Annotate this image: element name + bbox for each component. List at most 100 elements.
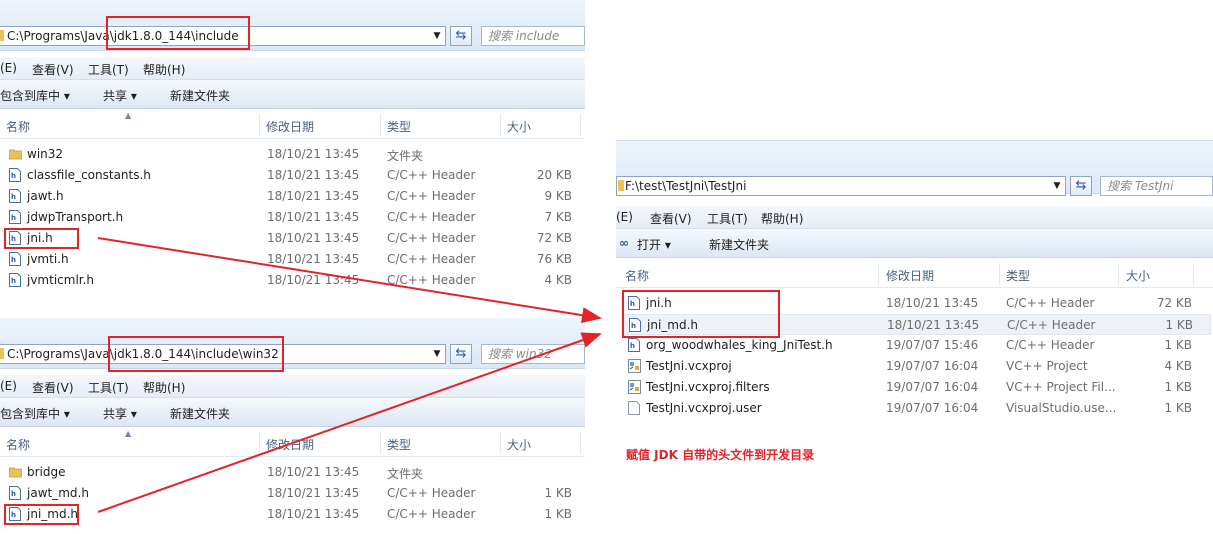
column-header: 名称 修改日期 类型 大小 — [616, 261, 1213, 288]
column-type[interactable]: 类型 — [1006, 267, 1030, 284]
open-button[interactable]: 打开 ▾ — [637, 236, 671, 253]
chevron-down-icon[interactable]: ▼ — [431, 27, 443, 45]
file-type: 文件夹 — [387, 149, 424, 163]
file-type: C/C++ Header — [387, 273, 476, 287]
search-input[interactable]: 搜索 win32 — [481, 344, 585, 364]
new-folder-button[interactable]: 新建文件夹 — [709, 236, 769, 253]
refresh-button[interactable]: ⇆ — [450, 344, 472, 364]
column-date[interactable]: 修改日期 — [886, 267, 934, 284]
menu-edit[interactable]: (E) — [0, 61, 17, 75]
refresh-button[interactable]: ⇆ — [450, 26, 472, 46]
file-size: 1 KB — [1164, 401, 1192, 415]
folder-icon — [9, 147, 22, 162]
menu-tools[interactable]: 工具(T) — [88, 379, 129, 396]
file-type: C/C++ Header — [387, 507, 476, 521]
highlight-box-win32-path — [108, 336, 284, 372]
explorer-window-testjni: F:\test\TestJni\TestJni ▼ ⇆ 搜索 TestJni (… — [616, 140, 1213, 431]
svg-text:h: h — [11, 256, 16, 264]
command-toolbar: 包含到库中 ▾ 共享 ▾ 新建文件夹 — [0, 80, 585, 109]
share-button[interactable]: 共享 ▾ — [103, 405, 137, 422]
include-in-library-button[interactable]: 包含到库中 ▾ — [0, 405, 70, 422]
new-folder-button[interactable]: 新建文件夹 — [170, 87, 230, 104]
file-size: 72 KB — [1156, 296, 1192, 310]
file-row[interactable]: TestJni.vcxproj.user 19/07/07 16:04 Visual… — [616, 398, 1213, 419]
file-date: 18/10/21 13:45 — [267, 231, 360, 245]
file-row[interactable]: h org_woodwhales_king_JniTest.h 19/07/07 1… — [616, 335, 1213, 356]
sort-up-icon: ▲ — [125, 111, 132, 120]
file-size: 1 KB — [544, 507, 572, 521]
file-row[interactable]: h jni.h 18/10/21 13:45 C/C++ Header 72 KB — [0, 228, 585, 249]
file-name: bridge — [27, 465, 66, 479]
column-name[interactable]: 名称 — [6, 118, 30, 135]
file-date: 18/10/21 13:45 — [267, 252, 360, 266]
menu-bar: (E) 查看(V) 工具(T) 帮助(H) — [616, 206, 1213, 229]
address-field[interactable]: F:\test\TestJni\TestJni ▼ — [616, 176, 1066, 196]
menu-help[interactable]: 帮助(H) — [143, 61, 185, 78]
file-row[interactable]: TestJni.vcxproj 19/07/07 16:04 VC++ Projec… — [616, 356, 1213, 377]
file-row[interactable]: h jawt_md.h 18/10/21 13:45 C/C++ Header 1 KB — [0, 483, 585, 504]
file-date: 18/10/21 13:45 — [267, 273, 360, 287]
column-type[interactable]: 类型 — [387, 436, 411, 453]
folder-path-icon — [0, 348, 4, 359]
svg-text:h: h — [11, 277, 16, 285]
header-file-icon: h — [9, 210, 22, 225]
file-name: TestJni.vcxproj.filters — [646, 380, 770, 394]
file-row[interactable]: h jvmticmlr.h 18/10/21 13:45 C/C++ Header 4 … — [0, 270, 585, 291]
svg-text:h: h — [11, 193, 16, 201]
address-bar-area: C:\Programs\Java\jdk1.8.0_144\include ▼ … — [0, 0, 585, 51]
file-row[interactable]: h jawt.h 18/10/21 13:45 C/C++ Header 9 KB — [0, 186, 585, 207]
column-date[interactable]: 修改日期 — [266, 118, 314, 135]
file-row[interactable]: h jvmti.h 18/10/21 13:45 C/C++ Header 76 KB — [0, 249, 585, 270]
column-date[interactable]: 修改日期 — [266, 436, 314, 453]
new-folder-button[interactable]: 新建文件夹 — [170, 405, 230, 422]
file-type: VC++ Project Fil... — [1006, 380, 1116, 394]
command-toolbar: ∞ 打开 ▾ 新建文件夹 — [616, 229, 1213, 258]
share-button[interactable]: 共享 ▾ — [103, 87, 137, 104]
file-row[interactable]: TestJni.vcxproj.filters 19/07/07 16:04 VC+… — [616, 377, 1213, 398]
menu-view[interactable]: 查看(V) — [32, 61, 74, 78]
file-size: 1 KB — [1164, 380, 1192, 394]
file-row[interactable]: h classfile_constants.h 18/10/21 13:45 C/C+… — [0, 165, 585, 186]
column-name[interactable]: 名称 — [625, 267, 649, 284]
chevron-down-icon[interactable]: ▼ — [431, 345, 443, 363]
file-date: 18/10/21 13:45 — [267, 147, 360, 161]
file-type: C/C++ Header — [387, 231, 476, 245]
command-toolbar: 包含到库中 ▾ 共享 ▾ 新建文件夹 — [0, 398, 585, 427]
file-name: TestJni.vcxproj — [646, 359, 732, 373]
file-type: C/C++ Header — [1006, 296, 1095, 310]
column-size[interactable]: 大小 — [1126, 267, 1150, 284]
menu-tools[interactable]: 工具(T) — [707, 210, 748, 227]
search-input[interactable]: 搜索 TestJni — [1100, 176, 1213, 196]
file-date: 19/07/07 16:04 — [886, 380, 979, 394]
address-bar-area: F:\test\TestJni\TestJni ▼ ⇆ 搜索 TestJni — [616, 141, 1213, 196]
file-size: 20 KB — [536, 168, 572, 182]
menu-view[interactable]: 查看(V) — [32, 379, 74, 396]
menu-tools[interactable]: 工具(T) — [88, 61, 129, 78]
column-type[interactable]: 类型 — [387, 118, 411, 135]
menu-view[interactable]: 查看(V) — [650, 210, 692, 227]
menu-edit[interactable]: (E) — [0, 379, 17, 393]
include-in-library-button[interactable]: 包含到库中 ▾ — [0, 87, 70, 104]
file-name: TestJni.vcxproj.user — [646, 401, 762, 415]
svg-text:h: h — [11, 172, 16, 180]
file-size: 4 KB — [1164, 359, 1192, 373]
menu-edit[interactable]: (E) — [616, 210, 633, 224]
menu-help[interactable]: 帮助(H) — [761, 210, 803, 227]
file-size: 72 KB — [536, 231, 572, 245]
menu-help[interactable]: 帮助(H) — [143, 379, 185, 396]
column-size[interactable]: 大小 — [507, 118, 531, 135]
generic-file-icon — [628, 401, 641, 416]
column-header: 名称 ▲ 修改日期 类型 大小 — [0, 111, 585, 139]
file-date: 18/10/21 13:45 — [267, 189, 360, 203]
folder-path-icon — [0, 30, 4, 41]
column-name[interactable]: 名称 — [6, 436, 30, 453]
file-row[interactable]: h jni_md.h 18/10/21 13:45 C/C++ Header 1 KB — [0, 504, 585, 525]
file-row[interactable]: win32 18/10/21 13:45 文件夹 — [0, 144, 585, 165]
refresh-button[interactable]: ⇆ — [1070, 176, 1092, 196]
file-row[interactable]: bridge 18/10/21 13:45 文件夹 — [0, 462, 585, 483]
file-row[interactable]: h jdwpTransport.h 18/10/21 13:45 C/C++ Head… — [0, 207, 585, 228]
open-icon: ∞ — [619, 236, 629, 250]
column-size[interactable]: 大小 — [507, 436, 531, 453]
search-input[interactable]: 搜索 include — [481, 26, 585, 46]
chevron-down-icon[interactable]: ▼ — [1051, 177, 1063, 195]
